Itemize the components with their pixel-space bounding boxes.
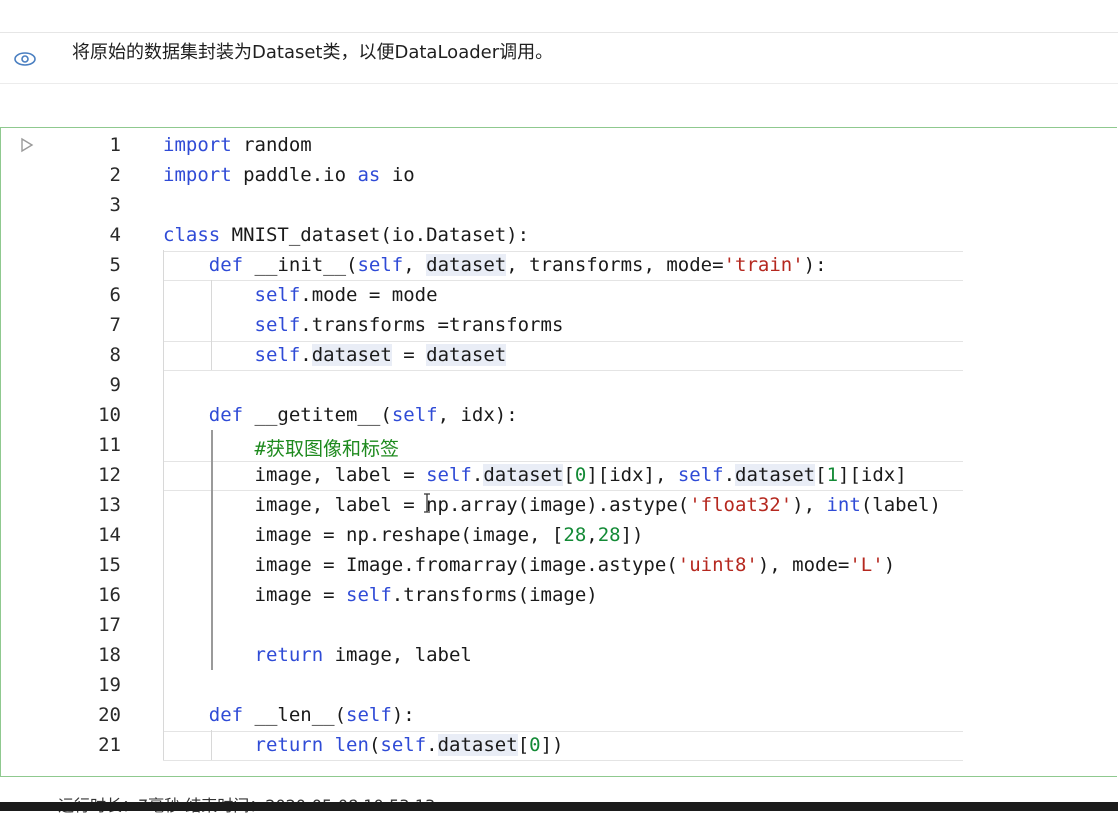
code-text: return len(self.dataset[0]) [254, 734, 564, 756]
text-cursor-icon [424, 493, 430, 513]
code-text: import paddle.io as io [163, 164, 415, 186]
line-number: 4 [109, 224, 121, 246]
line-number: 20 [98, 704, 121, 726]
code-line[interactable]: 17 [1, 610, 1117, 640]
line-number: 13 [98, 494, 121, 516]
code-line[interactable]: 11 #获取图像和标签 [1, 430, 1117, 460]
code-line[interactable]: 16 image = self.transforms(image) [1, 580, 1117, 610]
code-line[interactable]: 6 self.mode = mode [1, 280, 1117, 310]
code-line[interactable]: 5 def __init__(self, dataset, transforms… [1, 250, 1117, 280]
code-line[interactable]: 9 [1, 370, 1117, 400]
markdown-cell[interactable]: 将原始的数据集封装为Dataset类，以便DataLoader调用。 [0, 32, 1118, 84]
eye-icon[interactable] [13, 51, 37, 67]
line-number: 19 [98, 674, 121, 696]
indent-guide [211, 730, 212, 760]
code-line[interactable]: 3 [1, 190, 1117, 220]
line-number: 2 [109, 164, 121, 186]
code-line[interactable]: 12 image, label = self.dataset[0][idx], … [1, 460, 1117, 490]
code-line[interactable]: 10 def __getitem__(self, idx): [1, 400, 1117, 430]
line-number: 12 [98, 464, 121, 486]
line-number: 3 [109, 194, 121, 216]
indent-guide [163, 250, 164, 760]
code-text: image, label = np.array(image).astype('f… [163, 494, 941, 516]
code-line[interactable]: 19 [1, 670, 1117, 700]
code-line[interactable]: 18 return image, label [1, 640, 1117, 670]
code-line[interactable]: 2 import paddle.io as io [1, 160, 1117, 190]
code-line[interactable]: 21 return len(self.dataset[0]) [1, 730, 1117, 760]
code-text: return image, label [254, 644, 472, 666]
code-text: image = Image.fromarray(image.astype('ui… [163, 554, 896, 576]
line-number: 1 [109, 134, 121, 156]
line-number: 18 [98, 644, 121, 666]
code-text: image, label = self.dataset[0][idx], sel… [163, 464, 907, 486]
code-text: def __init__(self, dataset, transforms, … [208, 254, 827, 276]
line-number: 10 [98, 404, 121, 426]
line-number: 6 [109, 284, 121, 306]
code-text: self.mode = mode [254, 284, 438, 306]
line-number: 15 [98, 554, 121, 576]
code-line[interactable]: 13 image, label = np.array(image).astype… [1, 490, 1117, 520]
code-line[interactable]: 15 image = Image.fromarray(image.astype(… [1, 550, 1117, 580]
code-text: image = np.reshape(image, [28,28]) [163, 524, 644, 546]
code-line[interactable]: 14 image = np.reshape(image, [28,28]) [1, 520, 1117, 550]
code-line[interactable]: 8 self.dataset = dataset [1, 340, 1117, 370]
code-editor[interactable]: 1 import random 2 import paddle.io as io 3 4 c… [1, 128, 1117, 776]
line-number: 14 [98, 524, 121, 546]
bottom-bar [0, 802, 1118, 811]
line-number: 11 [98, 434, 121, 456]
code-text: self.transforms =transforms [254, 314, 564, 336]
line-number: 17 [98, 614, 121, 636]
code-text: class MNIST_dataset(io.Dataset): [163, 224, 530, 246]
code-cell[interactable]: 1 import random 2 import paddle.io as io 3 4 c… [0, 127, 1117, 777]
line-number: 9 [109, 374, 121, 396]
line-number: 5 [109, 254, 121, 276]
code-line[interactable]: 1 import random [1, 130, 1117, 160]
markdown-text: 将原始的数据集封装为Dataset类，以便DataLoader调用。 [72, 42, 554, 63]
code-text: import random [163, 134, 312, 156]
indent-guide [211, 280, 212, 370]
line-number: 7 [109, 314, 121, 336]
code-text: def __len__(self): [208, 704, 415, 726]
code-text: def __getitem__(self, idx): [208, 404, 518, 426]
line-number: 8 [109, 344, 121, 366]
line-number: 16 [98, 584, 121, 606]
indent-guide [211, 430, 213, 670]
top-strip [0, 0, 1118, 32]
code-line[interactable]: 4 class MNIST_dataset(io.Dataset): [1, 220, 1117, 250]
code-text: image = self.transforms(image) [163, 584, 598, 606]
code-line[interactable]: 7 self.transforms =transforms [1, 310, 1117, 340]
line-number: 21 [98, 734, 121, 756]
code-line[interactable]: 20 def __len__(self): [1, 700, 1117, 730]
code-text: self.dataset = dataset [254, 344, 507, 366]
code-text: #获取图像和标签 [254, 438, 399, 460]
